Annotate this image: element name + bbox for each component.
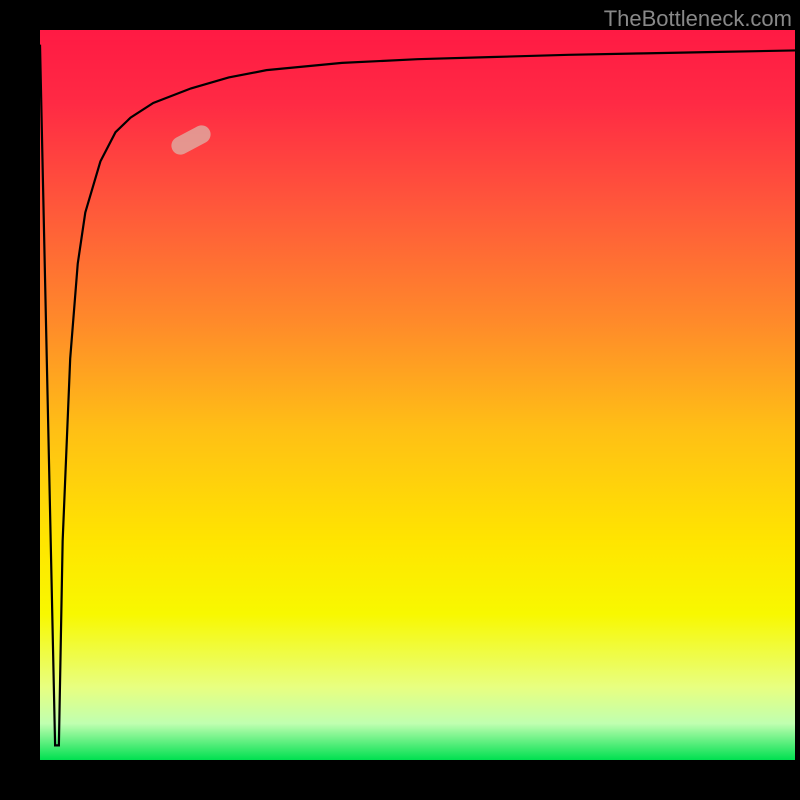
curve-layer: [40, 30, 795, 760]
y-axis-line: [36, 30, 40, 760]
watermark-text: TheBottleneck.com: [604, 6, 792, 32]
bottleneck-curve: [40, 45, 795, 746]
x-axis-line: [40, 760, 795, 764]
